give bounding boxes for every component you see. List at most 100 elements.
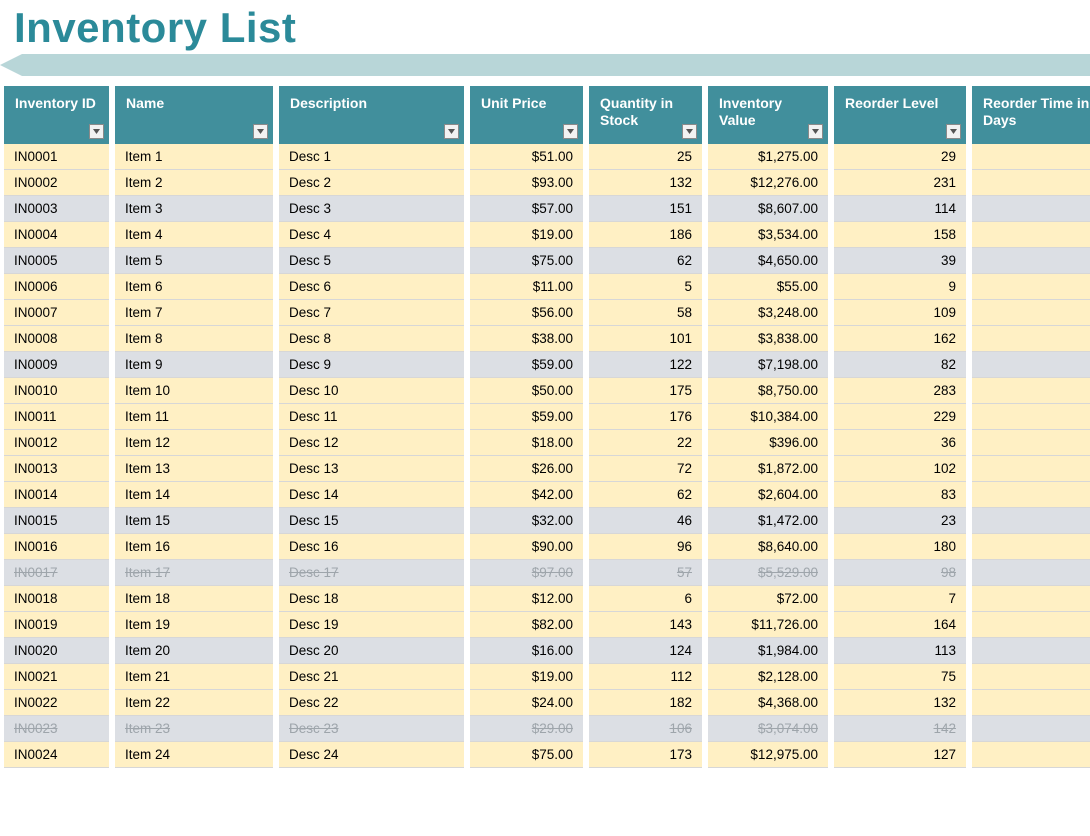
cell-reorder_time[interactable]: 12 <box>972 612 1090 638</box>
cell-reorder_level[interactable]: 142 <box>834 716 966 742</box>
cell-id[interactable]: IN0005 <box>4 248 109 274</box>
cell-id[interactable]: IN0022 <box>4 690 109 716</box>
cell-inv_value[interactable]: $3,838.00 <box>708 326 828 352</box>
cell-reorder_time[interactable]: 3 <box>972 352 1090 378</box>
cell-unit_price[interactable]: $12.00 <box>470 586 583 612</box>
cell-id[interactable]: IN0012 <box>4 430 109 456</box>
cell-inv_value[interactable]: $3,074.00 <box>708 716 828 742</box>
cell-qty[interactable]: 46 <box>589 508 702 534</box>
cell-id[interactable]: IN0023 <box>4 716 109 742</box>
cell-id[interactable]: IN0009 <box>4 352 109 378</box>
cell-id[interactable]: IN0018 <box>4 586 109 612</box>
cell-name[interactable]: Item 15 <box>115 508 273 534</box>
cell-name[interactable]: Item 18 <box>115 586 273 612</box>
cell-name[interactable]: Item 22 <box>115 690 273 716</box>
column-header[interactable]: Quantity in Stock <box>589 86 702 144</box>
cell-inv_value[interactable]: $8,640.00 <box>708 534 828 560</box>
column-header[interactable]: Inventory ID <box>4 86 109 144</box>
cell-id[interactable]: IN0007 <box>4 300 109 326</box>
cell-id[interactable]: IN0021 <box>4 664 109 690</box>
cell-reorder_level[interactable]: 132 <box>834 690 966 716</box>
cell-id[interactable]: IN0006 <box>4 274 109 300</box>
cell-name[interactable]: Item 13 <box>115 456 273 482</box>
cell-inv_value[interactable]: $1,472.00 <box>708 508 828 534</box>
cell-inv_value[interactable]: $12,975.00 <box>708 742 828 768</box>
cell-reorder_level[interactable]: 180 <box>834 534 966 560</box>
cell-desc[interactable]: Desc 22 <box>279 690 464 716</box>
cell-inv_value[interactable]: $55.00 <box>708 274 828 300</box>
cell-reorder_level[interactable]: 23 <box>834 508 966 534</box>
cell-inv_value[interactable]: $8,607.00 <box>708 196 828 222</box>
cell-qty[interactable]: 182 <box>589 690 702 716</box>
cell-name[interactable]: Item 19 <box>115 612 273 638</box>
cell-inv_value[interactable]: $396.00 <box>708 430 828 456</box>
cell-qty[interactable]: 6 <box>589 586 702 612</box>
cell-qty[interactable]: 173 <box>589 742 702 768</box>
cell-id[interactable]: IN0017 <box>4 560 109 586</box>
cell-qty[interactable]: 176 <box>589 404 702 430</box>
cell-inv_value[interactable]: $3,534.00 <box>708 222 828 248</box>
column-header[interactable]: Reorder Time in Days <box>972 86 1090 144</box>
cell-name[interactable]: Item 24 <box>115 742 273 768</box>
cell-name[interactable]: Item 1 <box>115 144 273 170</box>
cell-reorder_level[interactable]: 29 <box>834 144 966 170</box>
cell-desc[interactable]: Desc 3 <box>279 196 464 222</box>
filter-dropdown-icon[interactable] <box>946 124 961 139</box>
cell-reorder_time[interactable]: 13 <box>972 144 1090 170</box>
cell-reorder_time[interactable]: 3 <box>972 326 1090 352</box>
cell-unit_price[interactable]: $19.00 <box>470 664 583 690</box>
cell-inv_value[interactable]: $1,984.00 <box>708 638 828 664</box>
cell-reorder_time[interactable]: 14 <box>972 638 1090 664</box>
cell-id[interactable]: IN0019 <box>4 612 109 638</box>
cell-reorder_level[interactable]: 109 <box>834 300 966 326</box>
cell-unit_price[interactable]: $38.00 <box>470 326 583 352</box>
cell-inv_value[interactable]: $72.00 <box>708 586 828 612</box>
cell-desc[interactable]: Desc 4 <box>279 222 464 248</box>
cell-reorder_level[interactable]: 75 <box>834 664 966 690</box>
cell-id[interactable]: IN0003 <box>4 196 109 222</box>
cell-unit_price[interactable]: $29.00 <box>470 716 583 742</box>
cell-qty[interactable]: 62 <box>589 248 702 274</box>
cell-unit_price[interactable]: $56.00 <box>470 300 583 326</box>
cell-desc[interactable]: Desc 23 <box>279 716 464 742</box>
cell-reorder_time[interactable]: 15 <box>972 690 1090 716</box>
cell-reorder_time[interactable]: 7 <box>972 300 1090 326</box>
cell-unit_price[interactable]: $11.00 <box>470 274 583 300</box>
cell-name[interactable]: Item 8 <box>115 326 273 352</box>
cell-reorder_level[interactable]: 39 <box>834 248 966 274</box>
cell-desc[interactable]: Desc 11 <box>279 404 464 430</box>
cell-desc[interactable]: Desc 9 <box>279 352 464 378</box>
cell-name[interactable]: Item 23 <box>115 716 273 742</box>
filter-dropdown-icon[interactable] <box>563 124 578 139</box>
cell-id[interactable]: IN0010 <box>4 378 109 404</box>
cell-unit_price[interactable]: $90.00 <box>470 534 583 560</box>
cell-qty[interactable]: 25 <box>589 144 702 170</box>
cell-inv_value[interactable]: $2,128.00 <box>708 664 828 690</box>
cell-desc[interactable]: Desc 15 <box>279 508 464 534</box>
cell-id[interactable]: IN0016 <box>4 534 109 560</box>
cell-inv_value[interactable]: $4,368.00 <box>708 690 828 716</box>
cell-reorder_level[interactable]: 9 <box>834 274 966 300</box>
cell-unit_price[interactable]: $51.00 <box>470 144 583 170</box>
cell-reorder_time[interactable]: 11 <box>972 196 1090 222</box>
column-header[interactable]: Reorder Level <box>834 86 966 144</box>
cell-reorder_level[interactable]: 283 <box>834 378 966 404</box>
cell-qty[interactable]: 57 <box>589 560 702 586</box>
cell-desc[interactable]: Desc 7 <box>279 300 464 326</box>
cell-unit_price[interactable]: $59.00 <box>470 404 583 430</box>
cell-reorder_time[interactable]: 1 <box>972 404 1090 430</box>
cell-desc[interactable]: Desc 14 <box>279 482 464 508</box>
cell-qty[interactable]: 5 <box>589 274 702 300</box>
cell-name[interactable]: Item 20 <box>115 638 273 664</box>
cell-inv_value[interactable]: $8,750.00 <box>708 378 828 404</box>
filter-dropdown-icon[interactable] <box>808 124 823 139</box>
cell-reorder_level[interactable]: 162 <box>834 326 966 352</box>
cell-id[interactable]: IN0013 <box>4 456 109 482</box>
cell-name[interactable]: Item 6 <box>115 274 273 300</box>
cell-name[interactable]: Item 2 <box>115 170 273 196</box>
cell-unit_price[interactable]: $18.00 <box>470 430 583 456</box>
cell-reorder_time[interactable]: 4 <box>972 170 1090 196</box>
cell-desc[interactable]: Desc 13 <box>279 456 464 482</box>
cell-name[interactable]: Item 12 <box>115 430 273 456</box>
cell-unit_price[interactable]: $82.00 <box>470 612 583 638</box>
